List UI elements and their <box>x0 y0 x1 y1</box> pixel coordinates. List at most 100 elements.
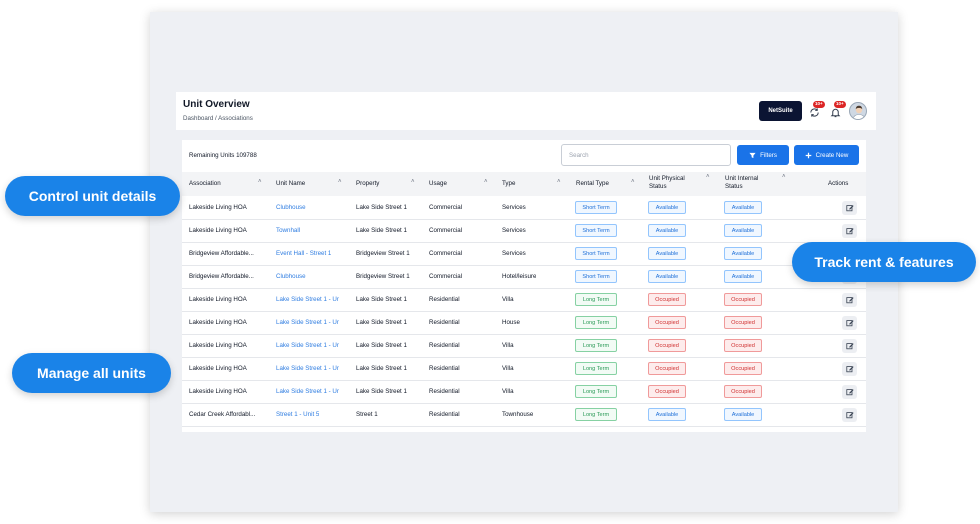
physical-status-badge: Occupied <box>648 339 686 352</box>
sort-icon[interactable]: ˄ <box>706 174 710 180</box>
edit-icon <box>845 389 854 396</box>
column-header-rental-type[interactable]: Rental Type <box>576 180 609 188</box>
column-header-property[interactable]: Property <box>356 180 379 188</box>
usage-cell: Residential <box>429 365 460 372</box>
type-cell: Services <box>502 227 526 234</box>
table-row: Lakeside Living HOA Lake Side Street 1 - … <box>182 312 866 335</box>
unit-name-link[interactable]: Clubhouse <box>276 273 306 280</box>
type-cell: Villa <box>502 365 514 372</box>
physical-status-badge: Available <box>648 270 686 283</box>
filters-button[interactable]: Filters <box>737 145 789 165</box>
edit-icon <box>845 320 854 327</box>
internal-status-badge: Available <box>724 247 762 260</box>
rental-status-badge: Long Term <box>575 316 617 329</box>
bell-notification-button[interactable]: 10+ <box>828 101 846 119</box>
rental-status-badge: Long Term <box>575 408 617 421</box>
plus-icon <box>805 152 811 158</box>
rental-status-badge: Short Term <box>575 270 617 283</box>
internal-status-badge: Occupied <box>724 339 762 352</box>
edit-button[interactable] <box>842 201 857 215</box>
edit-icon <box>845 205 854 212</box>
column-header-type[interactable]: Type <box>502 180 515 188</box>
type-cell: House <box>502 319 520 326</box>
column-header-internal-status[interactable]: Unit Internal Status <box>725 175 777 191</box>
table-row: Bridgeview Affordable... Clubhouse Bridgev… <box>182 266 866 289</box>
edit-button[interactable] <box>842 408 857 422</box>
sort-icon[interactable]: ˄ <box>484 179 488 185</box>
rental-status-badge: Long Term <box>575 293 617 306</box>
association-cell: Lakeside Living HOA <box>189 342 247 349</box>
internal-status-badge: Occupied <box>724 316 762 329</box>
sort-icon[interactable]: ˄ <box>557 179 561 185</box>
sort-icon[interactable]: ˄ <box>631 179 635 185</box>
column-header-unit-name[interactable]: Unit Name <box>276 180 305 188</box>
edit-button[interactable] <box>842 316 857 330</box>
page-title: Unit Overview <box>183 99 250 110</box>
sort-icon[interactable]: ˄ <box>782 174 786 180</box>
association-cell: Lakeside Living HOA <box>189 319 247 326</box>
association-cell: Lakeside Living HOA <box>189 227 247 234</box>
unit-name-link[interactable]: Lake Side Street 1 - Ur <box>276 365 339 372</box>
edit-icon <box>845 366 854 373</box>
usage-cell: Residential <box>429 342 460 349</box>
table-row: Lakeside Living HOA Lake Side Street 1 - … <box>182 358 866 381</box>
property-cell: Lake Side Street 1 <box>356 342 407 349</box>
property-cell: Bridgeview Street 1 <box>356 273 410 280</box>
association-cell: Cedar Creek Affordabl... <box>189 411 256 418</box>
internal-status-badge: Occupied <box>724 385 762 398</box>
netsuite-button[interactable]: NetSuite <box>759 101 802 121</box>
column-header-usage[interactable]: Usage <box>429 180 447 188</box>
column-header-association[interactable]: Association <box>189 180 221 188</box>
breadcrumb[interactable]: Dashboard / Associations <box>183 115 253 122</box>
sort-icon[interactable]: ˄ <box>258 179 262 185</box>
edit-button[interactable] <box>842 385 857 399</box>
unit-name-link[interactable]: Street 1 - Unit 5 <box>276 411 319 418</box>
search-input[interactable]: Search <box>561 144 731 166</box>
internal-status-badge: Available <box>724 408 762 421</box>
property-cell: Lake Side Street 1 <box>356 227 407 234</box>
rental-status-badge: Short Term <box>575 224 617 237</box>
type-cell: Villa <box>502 342 514 349</box>
type-cell: Villa <box>502 296 514 303</box>
internal-status-badge: Available <box>724 270 762 283</box>
avatar[interactable] <box>849 102 867 120</box>
usage-cell: Residential <box>429 296 460 303</box>
create-new-label: Create New <box>815 151 849 159</box>
association-cell: Bridgeview Affordable... <box>189 250 254 257</box>
unit-name-link[interactable]: Lake Side Street 1 - Ur <box>276 342 339 349</box>
edit-button[interactable] <box>842 224 857 238</box>
internal-status-badge: Occupied <box>724 293 762 306</box>
unit-name-link[interactable]: Lake Side Street 1 - Ur <box>276 296 339 303</box>
property-cell: Street 1 <box>356 411 378 418</box>
rental-status-badge: Long Term <box>575 385 617 398</box>
unit-name-link[interactable]: Event Hall - Street 1 <box>276 250 331 257</box>
type-cell: Hotel/leisure <box>502 273 537 280</box>
table-row: Lakeside Living HOA Townhall Lake Side Str… <box>182 220 866 243</box>
table-row: Lakeside Living HOA Lake Side Street 1 - … <box>182 381 866 404</box>
callout-manage-units: Manage all units <box>12 353 171 393</box>
edit-icon <box>845 412 854 419</box>
unit-name-link[interactable]: Clubhouse <box>276 204 306 211</box>
association-cell: Lakeside Living HOA <box>189 204 247 211</box>
sort-icon[interactable]: ˄ <box>411 179 415 185</box>
unit-name-link[interactable]: Townhall <box>276 227 300 234</box>
property-cell: Lake Side Street 1 <box>356 204 407 211</box>
edit-button[interactable] <box>842 362 857 376</box>
usage-cell: Commercial <box>429 204 463 211</box>
edit-icon <box>845 228 854 235</box>
association-cell: Lakeside Living HOA <box>189 388 247 395</box>
edit-button[interactable] <box>842 339 857 353</box>
internal-status-badge: Occupied <box>724 362 762 375</box>
table-row: Cedar Creek Affordabl... Street 1 - Unit … <box>182 404 866 427</box>
unit-name-link[interactable]: Lake Side Street 1 - Ur <box>276 319 339 326</box>
edit-button[interactable] <box>842 293 857 307</box>
association-cell: Lakeside Living HOA <box>189 365 247 372</box>
sort-icon[interactable]: ˄ <box>338 179 342 185</box>
unit-name-link[interactable]: Lake Side Street 1 - Ur <box>276 388 339 395</box>
refresh-notification-button[interactable]: 10+ <box>807 101 825 119</box>
column-header-actions: Actions <box>828 180 849 187</box>
create-new-button[interactable]: Create New <box>794 145 859 165</box>
column-header-physical-status[interactable]: Unit Physical Status <box>649 175 701 191</box>
table-row: Lakeside Living HOA Lake Side Street 1 - … <box>182 335 866 358</box>
bell-badge: 10+ <box>834 101 846 108</box>
